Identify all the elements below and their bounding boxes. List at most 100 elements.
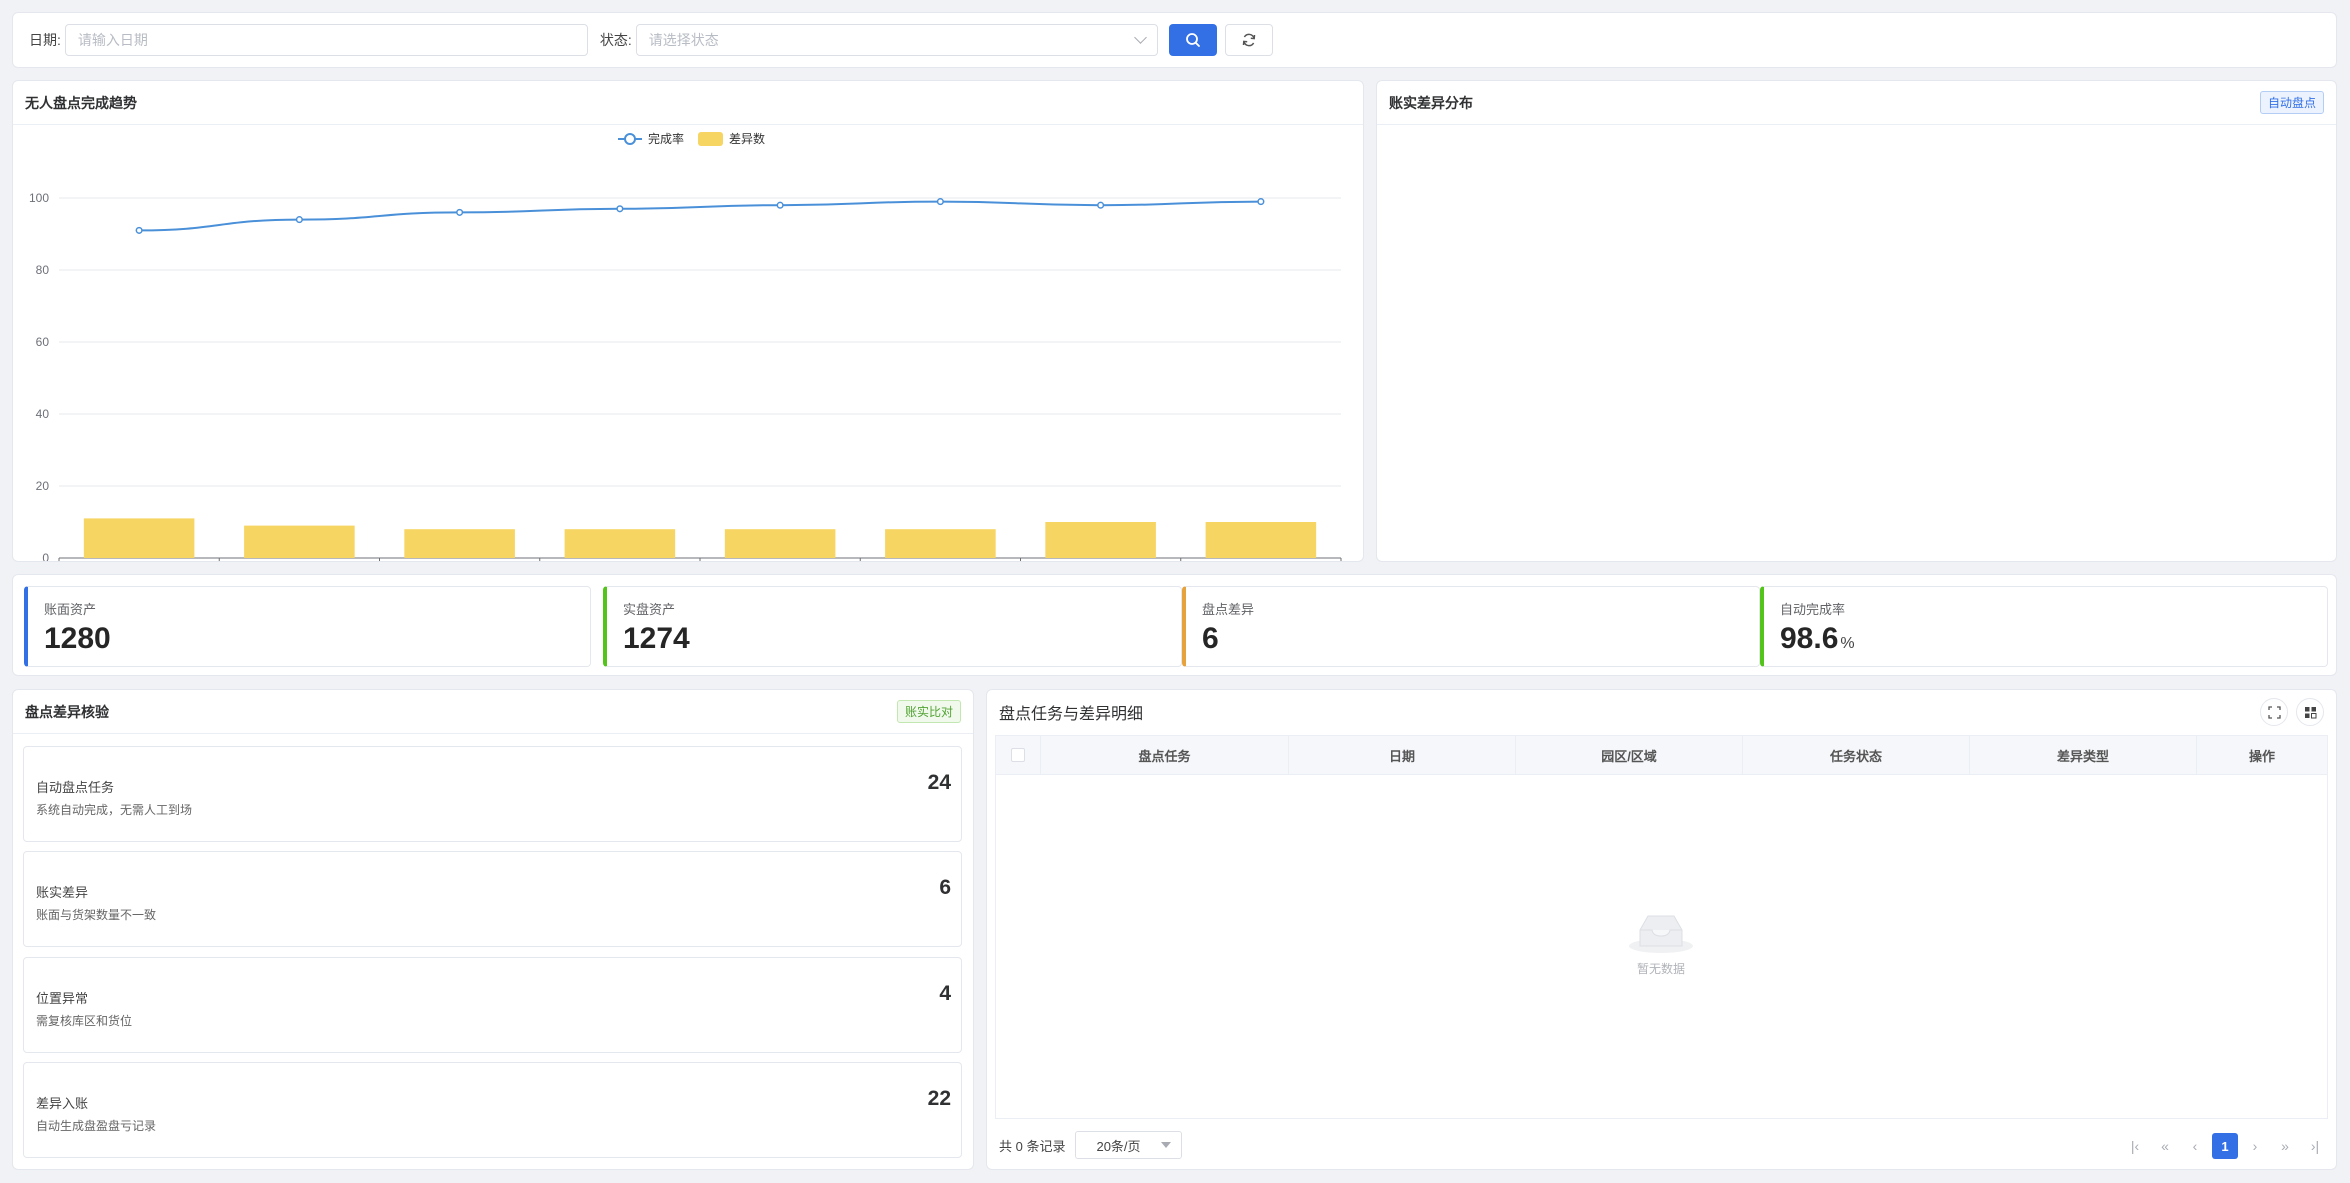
page-number[interactable]: 1	[2212, 1133, 2238, 1159]
check-item-difference-posting[interactable]: 差异入账 自动生成盘盈盘亏记录 22	[23, 1062, 962, 1158]
pagination-left: 共 0 条记录 20条/页	[999, 1131, 1183, 1159]
date-label: 日期:	[29, 32, 61, 48]
table-body: 暂无数据	[995, 775, 2328, 1119]
stat-value: 98.6%	[1780, 622, 1855, 655]
table-tools	[2252, 698, 2324, 726]
y-tick-label: 60	[36, 335, 50, 349]
line-point	[135, 226, 143, 234]
y-tick-label: 20	[36, 479, 50, 493]
y-tick-label: 100	[29, 191, 49, 205]
stat-value: 1274	[623, 622, 690, 655]
prev-group-icon[interactable]: «	[2152, 1133, 2178, 1159]
line-point	[616, 205, 624, 213]
reconcile-tag: 账实比对	[896, 700, 961, 723]
line-completion-rate	[139, 200, 1261, 232]
empty-box-icon	[1629, 915, 1693, 953]
total-records: 共 0 条记录	[999, 1138, 1066, 1154]
column-header[interactable]: 园区/区域	[1516, 736, 1743, 774]
next-group-icon[interactable]: »	[2272, 1133, 2298, 1159]
check-item-title: 差异入账	[36, 1096, 89, 1111]
bar-difference-count	[1045, 522, 1156, 558]
column-settings-button[interactable]	[2296, 698, 2324, 726]
trend-chart: 0204060801001月2月3月4月5月6月7月8月完成率差异数	[29, 131, 1342, 580]
prev-page-icon[interactable]: ‹	[2182, 1133, 2208, 1159]
column-header[interactable]: 任务状态	[1743, 736, 1970, 774]
date-input[interactable]: 请输入日期	[64, 24, 588, 56]
line-point	[1257, 198, 1265, 206]
caret-down-icon	[1161, 1142, 1172, 1148]
bar-difference-count	[1205, 522, 1317, 558]
line-point	[936, 198, 944, 206]
status-label: 状态:	[599, 32, 632, 48]
check-item-title: 账实差异	[36, 885, 89, 900]
column-header[interactable]: 差异类型	[1970, 736, 2197, 774]
search-icon	[1185, 33, 1200, 47]
stat-auto-completion-rate: 自动完成率 98.6%	[1760, 586, 2328, 667]
stat-label: 自动完成率	[1780, 602, 1846, 617]
check-item-desc: 系统自动完成，无需人工到场	[36, 803, 193, 817]
next-page-icon[interactable]: ›	[2242, 1133, 2268, 1159]
column-settings-icon	[2304, 706, 2316, 718]
select-all-cell	[996, 736, 1041, 774]
legend-label: 完成率	[648, 131, 684, 146]
select-all-checkbox[interactable]	[1011, 748, 1025, 762]
check-item-title: 位置异常	[36, 991, 89, 1006]
check-item-title: 自动盘点任务	[36, 780, 115, 795]
empty-state: 暂无数据	[1628, 910, 1694, 977]
fullscreen-icon	[2267, 705, 2281, 719]
bar-difference-count	[724, 529, 836, 558]
check-item-desc: 账面与货架数量不一致	[36, 908, 157, 922]
stat-value: 6	[1202, 622, 1219, 655]
bar-difference-count	[564, 529, 676, 558]
status-placeholder: 请选择状态	[648, 32, 719, 48]
stat-label: 账面资产	[44, 602, 97, 617]
auto-inventory-tag: 自动盘点	[2259, 91, 2324, 114]
table-header: 盘点任务 日期 园区/区域 任务状态 差异类型 操作	[995, 735, 2328, 775]
check-item-book-difference[interactable]: 账实差异 账面与货架数量不一致 6	[23, 851, 962, 947]
filter-bar: 日期: 请输入日期 状态: 请选择状态	[12, 12, 2337, 68]
stat-label: 盘点差异	[1202, 602, 1255, 617]
bar-difference-count	[83, 518, 195, 558]
pagination: |‹ « ‹ 1 › » ›|	[2118, 1133, 2328, 1159]
stat-value: 1280	[44, 622, 111, 655]
stat-inventory-difference: 盘点差异 6	[1182, 586, 1760, 667]
check-title: 盘点差异核验	[25, 703, 109, 720]
column-header[interactable]: 日期	[1289, 736, 1516, 774]
line-point	[295, 216, 303, 224]
empty-text: 暂无数据	[1636, 962, 1685, 976]
bar-difference-count	[404, 529, 515, 558]
search-button[interactable]	[1168, 24, 1217, 56]
legend-bar-symbol	[698, 132, 723, 146]
chevron-down-icon	[1133, 31, 1147, 44]
last-page-icon[interactable]: ›|	[2302, 1133, 2328, 1159]
legend-line-marker	[624, 133, 636, 145]
page-size-select[interactable]: 20条/页	[1075, 1131, 1183, 1159]
bar-difference-count	[244, 525, 355, 558]
column-header[interactable]: 盘点任务	[1041, 736, 1289, 774]
y-tick-label: 80	[36, 263, 50, 277]
status-select[interactable]: 请选择状态	[635, 24, 1158, 56]
line-point	[776, 201, 784, 209]
column-header[interactable]: 操作	[2197, 736, 2327, 774]
refresh-button[interactable]	[1224, 24, 1273, 56]
y-tick-label: 0	[42, 551, 49, 561]
distribution-title: 账实差异分布	[1389, 94, 1473, 111]
check-header: 盘点差异核验 账实比对	[13, 690, 973, 734]
fullscreen-button[interactable]	[2260, 698, 2288, 726]
line-point	[456, 208, 464, 216]
trend-title: 无人盘点完成趋势	[25, 94, 137, 111]
check-item-auto-task[interactable]: 自动盘点任务 系统自动完成，无需人工到场 24	[23, 746, 962, 842]
task-detail-card: 盘点任务与差异明细 盘点任务 日期 园区/区域 任务状态 差异类型 操作 暂无数…	[986, 689, 2337, 1170]
stats-panel: 账面资产 1280 实盘资产 1274 盘点差异 6 自动完成率 98.6%	[12, 574, 2337, 676]
date-placeholder: 请输入日期	[77, 32, 148, 48]
stat-book-assets: 账面资产 1280	[24, 586, 591, 667]
stat-label: 实盘资产	[623, 602, 676, 617]
check-item-value: 24	[927, 771, 951, 794]
trend-header: 无人盘点完成趋势	[13, 81, 1363, 125]
table-title: 盘点任务与差异明细	[999, 706, 1144, 723]
distribution-card: 账实差异分布 自动盘点	[1376, 80, 2337, 562]
first-page-icon[interactable]: |‹	[2122, 1133, 2148, 1159]
check-item-location-abnormal[interactable]: 位置异常 需复核库区和货位 4	[23, 957, 962, 1053]
distribution-header: 账实差异分布 自动盘点	[1377, 81, 2336, 125]
refresh-icon	[1242, 33, 1256, 47]
